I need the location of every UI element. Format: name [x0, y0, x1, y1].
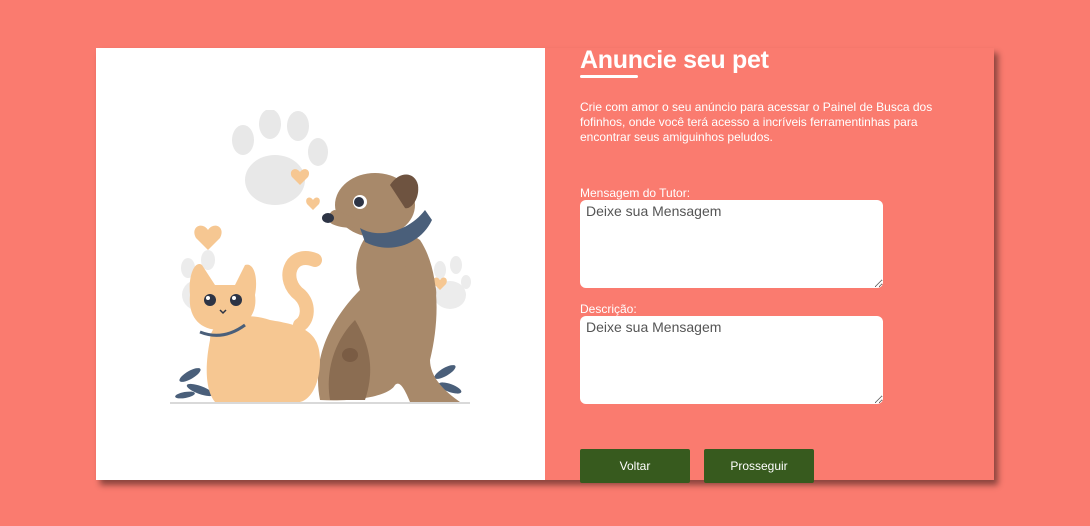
dog-and-cat-illustration: [170, 110, 471, 404]
title-underline: [580, 75, 638, 78]
page-title: Anuncie seu pet: [580, 46, 769, 74]
form-panel: Anuncie seu pet Crie com amor o seu anún…: [545, 46, 994, 483]
paw-print-icon: [232, 110, 328, 205]
tutor-message-label: Mensagem do Tutor:: [580, 186, 691, 200]
back-button[interactable]: Voltar: [580, 449, 690, 483]
cat-icon: [189, 251, 322, 402]
tutor-message-input[interactable]: [580, 200, 883, 288]
illustration-panel: [96, 48, 545, 480]
description-label: Descrição:: [580, 302, 637, 316]
description-input[interactable]: [580, 316, 883, 404]
intro-text: Crie com amor o seu anúncio para acessar…: [580, 100, 933, 144]
next-button[interactable]: Prosseguir: [704, 449, 814, 483]
signup-card: Anuncie seu pet Crie com amor o seu anún…: [96, 46, 994, 483]
